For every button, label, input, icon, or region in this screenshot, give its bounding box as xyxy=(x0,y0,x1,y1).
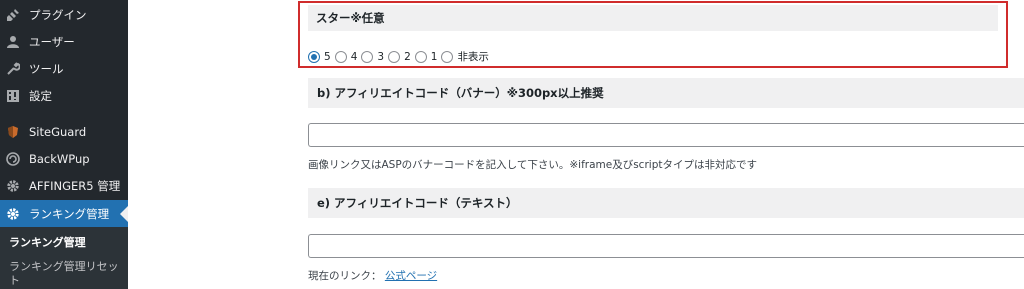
settings-icon xyxy=(5,88,21,104)
siteguard-icon xyxy=(5,124,21,140)
radio-label: 1 xyxy=(430,50,438,63)
sidebar-item-label: プラグイン xyxy=(29,7,87,22)
submenu-item-ranking-reset[interactable]: ランキング管理リセット xyxy=(9,260,121,288)
sidebar-item-affinger5[interactable]: AFFINGER5 管理 xyxy=(0,172,128,199)
sidebar-item-label: BackWPup xyxy=(29,151,90,166)
sidebar-item-ranking[interactable]: ランキング管理 xyxy=(0,200,128,227)
sidebar-item-label: AFFINGER5 管理 xyxy=(29,178,121,193)
gear-icon xyxy=(5,178,21,194)
sidebar-item-settings[interactable]: 設定 xyxy=(0,82,128,109)
radio-star-1[interactable] xyxy=(414,50,427,63)
sidebar-item-tools[interactable]: ツール xyxy=(0,55,128,82)
text-code-input[interactable] xyxy=(308,234,1024,258)
banner-code-input[interactable] xyxy=(308,123,1024,147)
sidebar-item-label: SiteGuard xyxy=(29,124,87,139)
star-rating-section: スター※任意 5 4 3 2 1 非表示 xyxy=(298,1,1008,68)
plugin-icon xyxy=(5,7,21,23)
admin-sidebar: プラグイン ユーザー ツール 設定 SiteGuard BackWPup AFF… xyxy=(0,0,128,289)
sidebar-submenu: ランキング管理 ランキング管理リセット xyxy=(0,227,128,289)
banner-code-help: 画像リンク又はASPのバナーコードを記入して下さい。※iframe及びscrip… xyxy=(308,159,757,171)
text-code-heading: e) アフィリエイトコード（テキスト） xyxy=(308,188,1024,218)
sidebar-item-users[interactable]: ユーザー xyxy=(0,28,128,55)
radio-star-2[interactable] xyxy=(388,50,401,63)
sidebar-item-siteguard[interactable]: SiteGuard xyxy=(0,118,128,145)
radio-star-5[interactable] xyxy=(308,50,320,63)
current-link-row: 現在のリンク： 公式ページ xyxy=(308,268,437,283)
sidebar-item-label: ツール xyxy=(29,61,64,76)
current-link-label: 現在のリンク： xyxy=(308,270,382,282)
user-icon xyxy=(5,34,21,50)
sidebar-item-label: ユーザー xyxy=(29,34,75,49)
radio-star-3[interactable] xyxy=(361,50,374,63)
backwpup-icon xyxy=(5,151,21,167)
sidebar-item-label: ランキング管理 xyxy=(29,206,110,221)
wrench-icon xyxy=(5,61,21,77)
radio-label: 4 xyxy=(350,50,358,63)
sidebar-item-plugins[interactable]: プラグイン xyxy=(0,1,128,28)
gear-icon xyxy=(5,206,21,222)
sidebar-item-label: 設定 xyxy=(29,88,52,103)
star-heading: スター※任意 xyxy=(308,5,998,31)
radio-label: 3 xyxy=(377,50,385,63)
submenu-item-ranking[interactable]: ランキング管理 xyxy=(9,236,86,250)
official-page-link[interactable]: 公式ページ xyxy=(385,270,437,282)
radio-label: 2 xyxy=(404,50,411,63)
sidebar-item-backwpup[interactable]: BackWPup xyxy=(0,145,128,172)
radio-star-4[interactable] xyxy=(334,50,347,63)
radio-star-hidden[interactable] xyxy=(441,50,454,63)
banner-code-heading: b) アフィリエイトコード（バナー）※300px以上推奨 xyxy=(308,78,1024,108)
radio-label: 非表示 xyxy=(457,51,489,63)
star-radio-group: 5 4 3 2 1 非表示 xyxy=(308,49,493,64)
main-content: スター※任意 5 4 3 2 1 非表示 b) アフィリエイトコード（バナー）※… xyxy=(128,0,1024,289)
radio-label: 5 xyxy=(324,50,331,63)
